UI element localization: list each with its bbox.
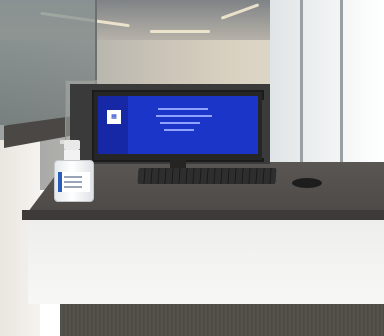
bottle-pump (64, 140, 80, 150)
screen-text-line (156, 115, 212, 117)
monitor-screen: ▦ (98, 96, 258, 154)
window-mullion (300, 0, 303, 165)
bottle-label-line (64, 186, 82, 188)
bottle-label-line (64, 181, 82, 183)
photo-frame: ▦ (0, 0, 384, 336)
bottle-label-line (64, 176, 82, 178)
counter-front (28, 218, 384, 304)
qr-code-icon: ▦ (107, 110, 121, 124)
monitor-stand (170, 160, 186, 168)
screen-text-line (160, 122, 200, 124)
window-mullion (340, 0, 343, 165)
counter-edge (22, 210, 384, 220)
monitor: ▦ (92, 90, 264, 162)
screen-text-line (164, 129, 194, 131)
mouse (292, 178, 322, 188)
screen-text-line (158, 108, 208, 110)
ceiling-light (150, 30, 210, 33)
window (270, 0, 384, 165)
cable (262, 100, 276, 158)
keyboard (137, 168, 277, 184)
screen-side-panel (98, 96, 128, 154)
